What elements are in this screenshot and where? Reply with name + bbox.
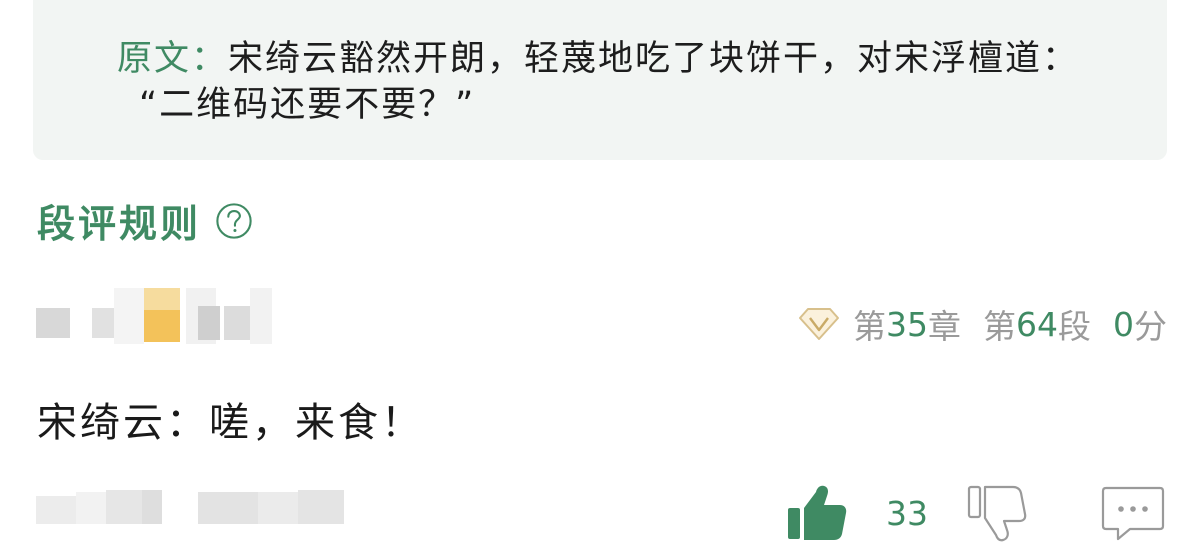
comment-meta: 第 35 章 第 64 段 0分 (797, 300, 1167, 348)
like-count: 33 (886, 493, 928, 533)
diamond-icon (799, 308, 839, 340)
username-obscured (36, 288, 272, 346)
paragraph-comment-page: 原文：宋绮云豁然开朗，轻蔑地吃了块饼干，对宋浮檀道： “二维码还要不要？” 段评… (0, 0, 1200, 556)
paragraph-number: 64 (1016, 304, 1058, 344)
chapter-prefix: 第 (853, 307, 886, 346)
comment-actions: 33 (786, 484, 1166, 542)
timestamp-obscured (36, 488, 356, 528)
original-text-line1: 宋绮云豁然开朗，轻蔑地吃了块饼干，对宋浮檀道： (228, 39, 1080, 79)
original-text-label: 原文： (117, 39, 229, 79)
thumbs-up-icon[interactable] (786, 484, 848, 542)
chapter-number: 35 (886, 304, 928, 344)
reply-icon[interactable] (1100, 484, 1166, 542)
thumbs-down-icon[interactable] (966, 484, 1028, 542)
comment-rules-label: 段评规则 (37, 202, 202, 246)
original-text: 原文：宋绮云豁然开朗，轻蔑地吃了块饼干，对宋浮檀道： “二维码还要不要？” (117, 36, 1177, 128)
original-text-line2: “二维码还要不要？” (139, 85, 476, 125)
comment-rules[interactable]: 段评规则 (37, 193, 253, 248)
paragraph-prefix: 第 (983, 307, 1016, 346)
original-text-box: 原文：宋绮云豁然开朗，轻蔑地吃了块饼干，对宋浮檀道： “二维码还要不要？” (33, 0, 1167, 160)
score-suffix: 分 (1134, 307, 1167, 346)
help-icon[interactable] (215, 202, 253, 240)
score-number: 0 (1113, 304, 1134, 344)
comment-text: 宋绮云：嗟，来食！ (37, 400, 424, 446)
paragraph-suffix: 段 (1058, 307, 1091, 346)
chapter-suffix: 章 (928, 307, 961, 346)
